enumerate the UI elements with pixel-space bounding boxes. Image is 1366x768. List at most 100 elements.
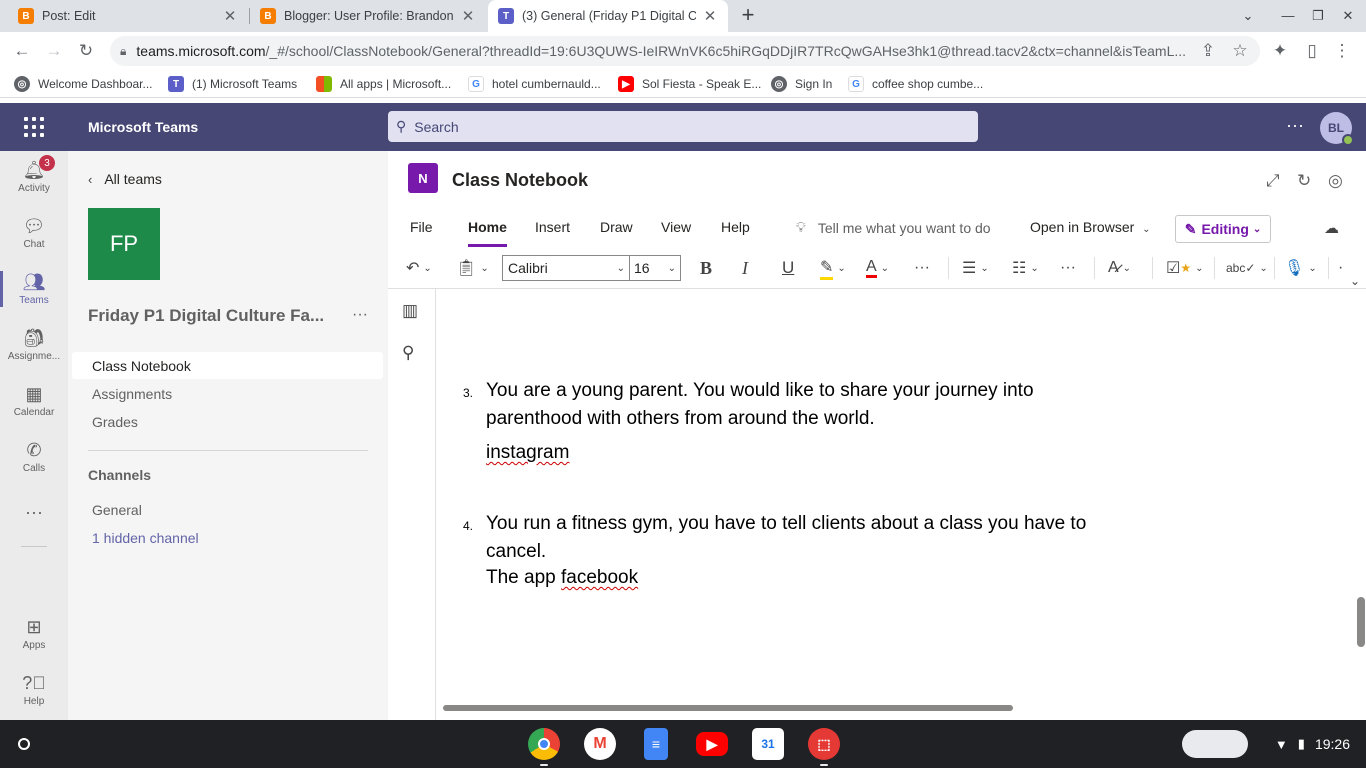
phone-icon: ✆ <box>26 440 42 460</box>
highlight-button[interactable]: ✎ ⌄ <box>820 256 846 280</box>
close-tab-icon[interactable]: ✕ <box>460 7 476 25</box>
nav-item-grades[interactable]: Grades <box>72 408 383 435</box>
answer-line[interactable]: The app facebook <box>486 567 638 589</box>
ribbon-overflow-icon[interactable]: · <box>1338 256 1343 280</box>
bookmark-welcome-dashboard[interactable]: ◎ Welcome Dashboar... <box>14 76 153 92</box>
ribbon-tab-view[interactable]: View <box>661 219 691 235</box>
rail-item-more[interactable]: ··· <box>0 487 68 539</box>
restore-icon[interactable]: ❐ <box>1308 6 1328 26</box>
rail-item-apps[interactable]: ⊞ Apps <box>0 608 68 660</box>
minimize-icon[interactable]: — <box>1278 6 1298 26</box>
horizontal-scrollbar[interactable] <box>443 705 1013 711</box>
screencast-icon[interactable]: ⬚ <box>808 728 840 760</box>
font-name-select[interactable]: Calibri ⌄ <box>502 255 630 281</box>
bullets-button[interactable]: ☰ ⌄ <box>962 256 989 280</box>
browser-menu-icon[interactable]: ⋮ <box>1330 39 1354 63</box>
chevron-down-icon: ⌄ <box>423 262 432 274</box>
calendar-icon[interactable]: 31 <box>752 728 784 760</box>
question-text[interactable]: You run a fitness gym, you have to tell … <box>486 510 1126 566</box>
ribbon-tab-draw[interactable]: Draw <box>600 219 633 235</box>
spelling-button[interactable]: abc✓ ⌄ <box>1226 256 1268 280</box>
launcher-icon[interactable] <box>12 732 36 756</box>
browser-tab-blogger-profile[interactable]: B Blogger: User Profile: Brandon L ✕ <box>250 0 486 32</box>
nav-item-assignments[interactable]: Assignments <box>72 380 383 407</box>
hidden-channels-link[interactable]: 1 hidden channel <box>72 524 383 551</box>
chrome-icon[interactable] <box>528 728 560 760</box>
font-size-select[interactable]: 16 ⌄ <box>629 255 681 281</box>
paste-button[interactable]: 📋︎ ⌄ <box>456 256 489 280</box>
bookmark-coffee-shop[interactable]: Gcoffee shop cumbe... <box>848 76 983 92</box>
tag-button[interactable]: ☑ ★ ⌄ <box>1166 256 1204 280</box>
status-area[interactable]: ▼ ▮ 19:26 <box>1258 730 1358 758</box>
font-color-button[interactable]: A ⌄ <box>866 256 889 280</box>
tell-me-search[interactable]: 💡︎ Tell me what you want to do <box>796 219 991 236</box>
more-font-options-icon[interactable]: ··· <box>914 256 930 280</box>
refresh-icon[interactable]: ↻ <box>1297 171 1311 191</box>
rail-item-help[interactable]: ?⃝ Help <box>0 664 68 716</box>
forward-icon[interactable]: → <box>42 39 66 63</box>
rail-item-assignments[interactable]: 🎒︎ Assignme... <box>0 319 68 371</box>
rail-item-chat[interactable]: 💬︎ Chat <box>0 207 68 259</box>
browser-tab-post-edit[interactable]: B Post: Edit ✕ <box>8 0 248 32</box>
youtube-icon[interactable]: ▶ <box>696 732 728 756</box>
app-launcher-icon[interactable] <box>24 117 44 137</box>
docs-icon[interactable]: ≡ <box>644 728 668 760</box>
side-panel-icon[interactable]: ▯ <box>1300 39 1324 63</box>
close-tab-icon[interactable]: ✕ <box>222 7 238 25</box>
rail-item-calls[interactable]: ✆ Calls <box>0 431 68 483</box>
rail-item-activity[interactable]: 🔔︎ Activity 3 <box>0 151 68 203</box>
more-options-icon[interactable]: ··· <box>1286 115 1304 136</box>
close-tab-icon[interactable]: ✕ <box>702 7 718 25</box>
close-window-icon[interactable]: ✕ <box>1338 6 1358 26</box>
expand-icon[interactable]: ⤢ <box>1266 171 1280 191</box>
tab-search-icon[interactable]: ⌄ <box>1238 6 1258 26</box>
open-in-browser-button[interactable]: Open in Browser ⌄ <box>1030 219 1151 235</box>
rail-item-calendar[interactable]: ▦ Calendar <box>0 375 68 427</box>
extensions-icon[interactable]: ✦ <box>1268 39 1292 63</box>
holding-space-tray[interactable] <box>1182 730 1248 758</box>
answer-text[interactable]: instagram <box>486 442 569 464</box>
editing-mode-button[interactable]: ✎ Editing ⌄ <box>1175 215 1271 243</box>
all-teams-link[interactable]: ‹ All teams <box>88 171 162 187</box>
bookmark-microsoft-teams[interactable]: T (1) Microsoft Teams <box>168 76 297 92</box>
question-text[interactable]: You are a young parent. You would like t… <box>486 377 1126 433</box>
search-input[interactable]: ⚲ Search <box>388 111 978 142</box>
vertical-scrollbar[interactable] <box>1357 597 1365 647</box>
nav-item-class-notebook[interactable]: Class Notebook <box>72 352 383 379</box>
ribbon-tab-home[interactable]: Home <box>468 219 507 247</box>
notification-badge: 3 <box>39 155 55 171</box>
more-paragraph-options-icon[interactable]: ··· <box>1060 256 1076 280</box>
ribbon-tab-help[interactable]: Help <box>721 219 750 235</box>
dictate-button[interactable]: 🎙︎ ⌄ <box>1284 256 1317 280</box>
ribbon-tab-insert[interactable]: Insert <box>535 219 570 235</box>
page-canvas[interactable]: 3. You are a young parent. You would lik… <box>437 289 1357 720</box>
bold-button[interactable]: B <box>700 256 712 280</box>
channel-general[interactable]: General <box>72 496 383 523</box>
ribbon-tab-file[interactable]: File <box>410 219 433 235</box>
share-icon[interactable]: ⇪ <box>1196 39 1220 63</box>
address-bar[interactable]: 🔒︎ teams.microsoft.com/_#/school/ClassNo… <box>110 36 1260 66</box>
library-icon[interactable]: ▥ <box>402 301 418 321</box>
styles-button[interactable]: A̷ ⌄ <box>1108 256 1131 280</box>
bookmark-sol-fiesta[interactable]: ▶ Sol Fiesta - Speak E... <box>618 76 761 92</box>
back-icon[interactable]: ← <box>10 39 34 63</box>
italic-button[interactable]: I <box>742 256 748 280</box>
gmail-icon[interactable]: M <box>584 728 616 760</box>
rail-item-teams[interactable]: 👥︎ Teams <box>0 263 68 315</box>
avatar[interactable]: BL <box>1320 112 1354 146</box>
sync-status-icon[interactable]: ☁︎ <box>1324 219 1339 237</box>
globe-icon: ◎ <box>771 76 787 92</box>
bookmark-hotel-cumbernauld[interactable]: Ghotel cumbernauld... <box>468 76 601 92</box>
bookmark-star-icon[interactable]: ☆ <box>1228 39 1252 63</box>
reload-icon[interactable]: ↻ <box>74 39 98 63</box>
globe-icon[interactable]: ◎ <box>1328 171 1343 191</box>
numbering-button[interactable]: ☷ ⌄ <box>1012 256 1039 280</box>
bookmark-all-apps[interactable]: All apps | Microsoft... <box>316 76 451 92</box>
search-icon[interactable]: ⚲ <box>402 343 414 363</box>
new-tab-button[interactable]: + <box>736 4 760 28</box>
underline-button[interactable]: U <box>782 256 794 280</box>
browser-tab-teams-general[interactable]: T (3) General (Friday P1 Digital Cu ✕ <box>488 0 728 32</box>
undo-button[interactable]: ↶ ⌄ <box>406 256 432 280</box>
team-more-options-icon[interactable]: ··· <box>352 306 368 324</box>
bookmark-sign-in[interactable]: ◎ Sign In <box>771 76 832 92</box>
